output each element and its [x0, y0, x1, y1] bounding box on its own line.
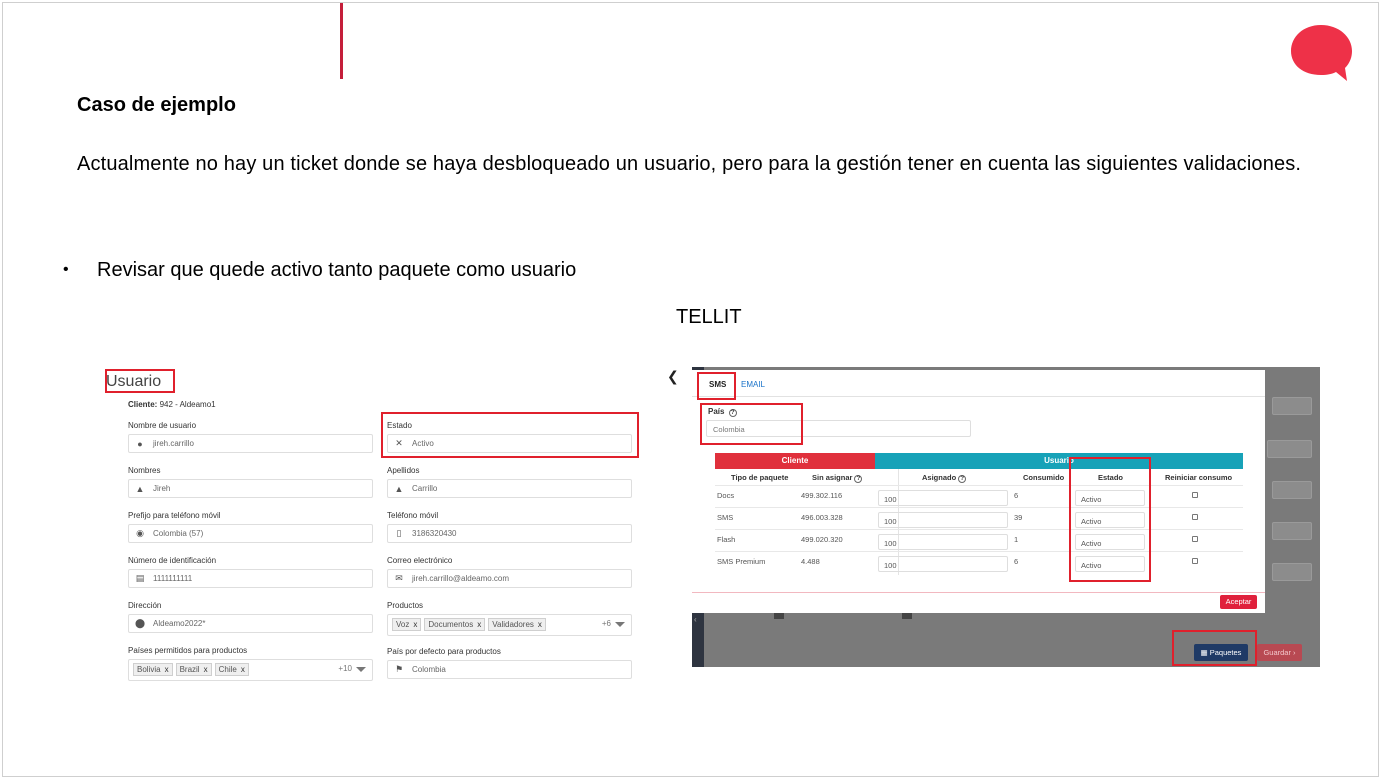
nombre-usuario-label: Nombre de usuario: [128, 421, 197, 430]
reiniciar-checkbox[interactable]: [1192, 536, 1198, 542]
tab-email[interactable]: EMAIL: [741, 380, 765, 389]
highlight-sms-tab: [697, 372, 736, 400]
chip-remove-icon[interactable]: x: [241, 665, 245, 674]
reiniciar-checkbox[interactable]: [1192, 514, 1198, 520]
correo-field[interactable]: ✉ jireh.carrillo@aldeamo.com: [387, 569, 632, 588]
asignado-input[interactable]: 100: [878, 556, 1008, 572]
highlight-estado: [381, 412, 639, 458]
bullet-mark: •: [63, 261, 69, 278]
table-row: Flash 499.020.320 100 1 Activo: [715, 529, 1243, 551]
back-arrow-icon[interactable]: ❮: [667, 368, 679, 385]
chip-remove-icon[interactable]: x: [477, 620, 481, 629]
chip-brazil[interactable]: Brazil x: [175, 663, 212, 676]
modal-footer-divider: [692, 592, 1265, 593]
more-count: +10: [338, 664, 352, 673]
background-field: [1272, 397, 1312, 415]
chevron-down-icon[interactable]: [615, 622, 625, 627]
collapse-icon[interactable]: ‹: [694, 615, 697, 624]
direccion-field[interactable]: ⬤ Aldeamo2022*: [128, 614, 373, 633]
chip-voz[interactable]: Voz x: [392, 618, 422, 631]
flag-icon: ⚑: [394, 664, 404, 674]
aceptar-button[interactable]: Aceptar: [1220, 595, 1257, 609]
table-row: SMS 496.003.328 100 39 Activo: [715, 507, 1243, 529]
modal-tabs: SMS EMAIL: [692, 370, 1265, 397]
group-header-cliente: Cliente: [715, 453, 875, 469]
paises-label: Países permitidos para productos: [128, 646, 248, 655]
bullet-text: Revisar que quede activo tanto paquete c…: [97, 259, 577, 281]
identificacion-label: Número de identificación: [128, 556, 217, 565]
cliente-info: Cliente: 942 - Aldeamo1: [128, 400, 216, 409]
nombre-usuario-field[interactable]: ● jireh.carrillo: [128, 434, 373, 453]
usuario-form-screenshot: Usuario Cliente: 942 - Aldeamo1 Nombre d…: [100, 363, 645, 693]
help-icon: ?: [958, 475, 967, 483]
chip-chile[interactable]: Chile x: [214, 663, 249, 676]
col-tipo: Tipo de paquete: [731, 473, 789, 482]
slide-title: Caso de ejemplo: [77, 94, 236, 116]
telefono-label: Teléfono móvil: [387, 511, 439, 520]
apellidos-field[interactable]: ▲ Carrillo: [387, 479, 632, 498]
more-count: +6: [601, 619, 611, 628]
top-accent-line: [340, 3, 343, 79]
user-circle-icon: ●: [137, 438, 143, 449]
help-icon: ?: [854, 475, 863, 483]
correo-label: Correo electrónico: [387, 556, 453, 565]
col-asignado: Asignado?: [922, 473, 967, 483]
reiniciar-checkbox[interactable]: [1192, 558, 1198, 564]
table-row: Docs 499.302.116 100 6 Activo: [715, 485, 1243, 507]
chip-documentos[interactable]: Documentos x: [424, 618, 486, 631]
asignado-input[interactable]: 100: [878, 512, 1008, 528]
chip-bolivia[interactable]: Bolivia x: [133, 663, 173, 676]
chip-remove-icon[interactable]: x: [538, 620, 542, 629]
globe-icon: ◉: [136, 528, 144, 538]
productos-multiselect[interactable]: Voz x Documentos x Validadores x +6: [387, 614, 632, 636]
telefono-field[interactable]: ▯ 3186320430: [387, 524, 632, 543]
col-consumido: Consumido: [1023, 473, 1065, 482]
user-icon: ▲: [135, 483, 145, 494]
apellidos-label: Apellidos: [387, 466, 420, 475]
highlight-pais: [700, 403, 803, 445]
highlight-usuario-title: [105, 369, 175, 393]
nombres-field[interactable]: ▲ Jireh: [128, 479, 373, 498]
col-reiniciar: Reiniciar consumo: [1165, 473, 1233, 482]
envelope-icon: ✉: [395, 573, 403, 583]
paises-multiselect[interactable]: Bolivia x Brazil x Chile x +10: [128, 659, 373, 681]
user-icon: ▲: [394, 483, 404, 494]
table-group-header: Cliente Usuario: [715, 453, 1243, 469]
map-marker-icon: ⬤: [134, 618, 146, 628]
speech-bubble-logo-icon: [1291, 25, 1352, 81]
group-header-usuario: Usuario: [875, 453, 1243, 469]
chevron-down-icon[interactable]: [356, 667, 366, 672]
background-field: [1272, 563, 1312, 581]
chip-remove-icon[interactable]: x: [204, 665, 208, 674]
section-label: TELLIT: [676, 306, 742, 328]
background-field: [1272, 481, 1312, 499]
chip-remove-icon[interactable]: x: [413, 620, 417, 629]
background-field: [1267, 440, 1312, 458]
highlight-estado-column: [1069, 457, 1151, 582]
table-row: SMS Premium 4.488 100 6 Activo: [715, 551, 1243, 573]
direccion-label: Dirección: [128, 601, 162, 610]
col-sin-asignar: Sin asignar?: [812, 473, 863, 483]
reiniciar-checkbox[interactable]: [1192, 492, 1198, 498]
pais-defecto-field[interactable]: ⚑ Colombia: [387, 660, 632, 679]
identificacion-field[interactable]: ▤ 1111111111: [128, 569, 373, 588]
background-field: [1272, 522, 1312, 540]
productos-label: Productos: [387, 601, 424, 610]
guardar-button[interactable]: Guardar ›: [1257, 644, 1302, 661]
highlight-paquetes-button: [1172, 630, 1257, 666]
id-card-icon: ▤: [135, 573, 145, 583]
asignado-input[interactable]: 100: [878, 490, 1008, 506]
nombres-label: Nombres: [128, 466, 161, 475]
mobile-icon: ▯: [396, 528, 402, 538]
slide-description: Actualmente no hay un ticket donde se ha…: [77, 153, 1302, 175]
pais-defecto-label: País por defecto para productos: [387, 647, 501, 656]
chip-validadores[interactable]: Validadores x: [488, 618, 546, 631]
paquetes-screenshot: ‹ SMS EMAIL País ? Colombia Cliente Usua…: [692, 367, 1320, 667]
paquetes-modal: SMS EMAIL País ? Colombia Cliente Usuari…: [692, 370, 1265, 613]
prefijo-label: Prefijo para teléfono móvil: [128, 511, 221, 520]
asignado-input[interactable]: 100: [878, 534, 1008, 550]
chip-remove-icon[interactable]: x: [165, 665, 169, 674]
prefijo-field[interactable]: ◉ Colombia (57): [128, 524, 373, 543]
